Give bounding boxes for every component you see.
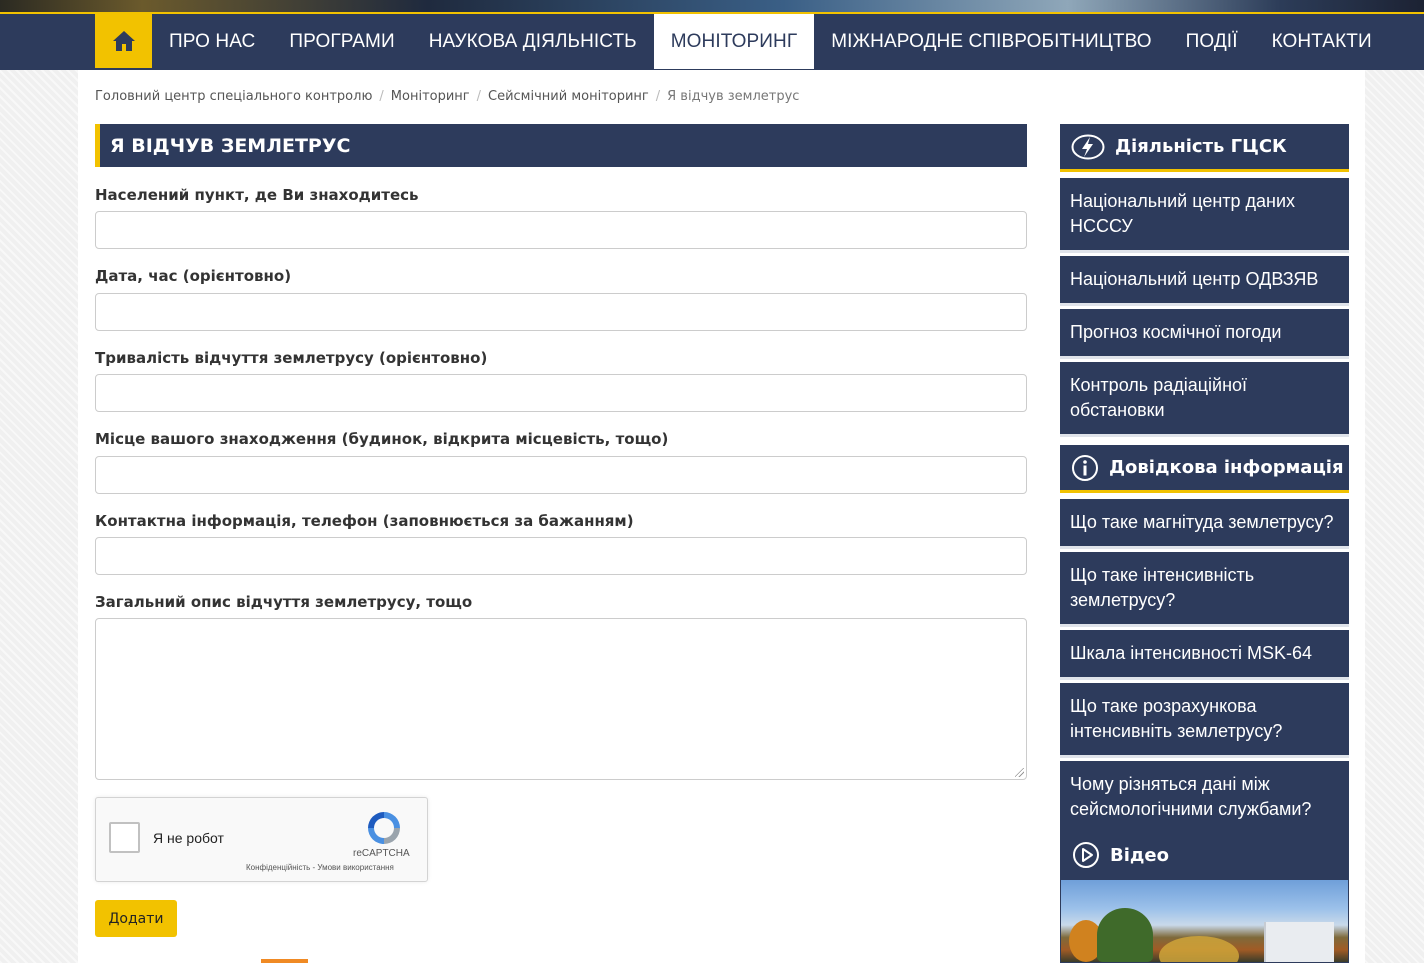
sidebar-activity-header: Діяльність ГЦСК [1060, 124, 1349, 172]
thumbnail-monument [1159, 936, 1239, 962]
breadcrumb-link-home[interactable]: Головний центр спеціального контролю [95, 89, 372, 104]
thumbnail-building [1264, 922, 1334, 962]
duration-input[interactable] [95, 374, 1027, 412]
play-icon [1073, 842, 1099, 868]
info-icon [1072, 454, 1098, 481]
recaptcha-checkbox[interactable] [109, 822, 140, 853]
sidebar-reference-header: Довідкова інформація [1060, 445, 1349, 493]
sidebar-video-title: Відео [1110, 844, 1170, 866]
nav-item-programs[interactable]: ПРОГРАМИ [272, 14, 411, 70]
resize-handle[interactable] [1015, 768, 1024, 777]
nav-item-monitoring[interactable]: МОНІТОРИНГ [653, 14, 815, 69]
submit-button[interactable]: Додати [95, 900, 177, 937]
breadcrumb-separator: / [476, 89, 482, 104]
recaptcha-brand: reCAPTCHA [353, 848, 410, 859]
thumbnail-tree [1097, 908, 1153, 962]
nav-item-events[interactable]: ПОДІЇ [1169, 14, 1255, 70]
page-title: Я ВІДЧУВ ЗЕМЛЕТРУС [95, 124, 1027, 167]
content-container: Головний центр спеціального контролю / М… [78, 70, 1365, 963]
recaptcha-label: Я не робот [153, 830, 224, 846]
sidebar-link-msk64[interactable]: Шкала інтенсивності MSK-64 [1060, 630, 1349, 680]
sidebar-link-radiation[interactable]: Контроль радіаційної обстановки [1060, 362, 1349, 437]
sidebar-activity: Діяльність ГЦСК Національний центр даних… [1060, 124, 1349, 437]
top-banner [0, 0, 1424, 14]
sidebar-link-magnitude[interactable]: Що таке магнітуда землетрусу? [1060, 499, 1349, 549]
lightning-icon [1071, 134, 1105, 159]
description-textarea[interactable] [95, 618, 1027, 780]
contact-input[interactable] [95, 537, 1027, 575]
field-label-duration: Тривалість відчуття землетрусу (орієнтов… [95, 349, 488, 367]
sidebar-link-data-center[interactable]: Національний центр даних НСССУ [1060, 178, 1349, 253]
field-label-location: Населений пункт, де Ви знаходитесь [95, 186, 419, 204]
nav-item-international[interactable]: МІЖНАРОДНЕ СПІВРОБІТНИЦТВО [814, 14, 1168, 70]
breadcrumb-link-monitoring[interactable]: Моніторинг [391, 89, 470, 104]
field-label-datetime: Дата, час (орієнтовно) [95, 267, 292, 285]
recaptcha-widget: Я не робот reCAPTCHA Конфіденційність - … [95, 797, 428, 882]
sidebar-video-header: Відео [1061, 830, 1348, 880]
sidebar-link-odvzyav[interactable]: Національний центр ОДВЗЯВ [1060, 256, 1349, 306]
sidebar-link-space-weather[interactable]: Прогноз космічної погоди [1060, 309, 1349, 359]
place-input[interactable] [95, 456, 1027, 494]
field-label-place: Місце вашого знаходження (будинок, відкр… [95, 430, 669, 448]
breadcrumb-current: Я відчув землетрус [667, 89, 800, 104]
footer-accent [261, 959, 308, 963]
datetime-input[interactable] [95, 293, 1027, 331]
recaptcha-links[interactable]: Конфіденційність - Умови використання [246, 863, 394, 872]
nav-item-science[interactable]: НАУКОВА ДІЯЛЬНІСТЬ [412, 14, 654, 70]
sidebar-link-intensity[interactable]: Що таке інтенсивність землетрусу? [1060, 552, 1349, 627]
video-thumbnail[interactable] [1061, 880, 1348, 962]
sidebar-link-data-differences[interactable]: Чому різняться дані між сейсмологічними … [1060, 761, 1349, 836]
sidebar-reference-title: Довідкова інформація [1109, 457, 1344, 478]
field-label-description: Загальний опис відчуття землетрусу, тощо [95, 593, 473, 611]
recaptcha-logo-icon [368, 812, 400, 844]
nav-item-contacts[interactable]: КОНТАКТИ [1255, 14, 1389, 70]
sidebar-activity-title: Діяльність ГЦСК [1115, 136, 1287, 157]
sidebar-reference: Довідкова інформація Що таке магнітуда з… [1060, 445, 1349, 836]
breadcrumb-separator: / [655, 89, 661, 104]
sidebar-link-calc-intensity[interactable]: Що таке розрахункова інтенсивніть землет… [1060, 683, 1349, 758]
field-label-contact: Контактна інформація, телефон (заповнюєт… [95, 512, 634, 530]
breadcrumb-separator: / [379, 89, 384, 104]
sidebar-video: Відео [1060, 829, 1349, 963]
nav-item-about[interactable]: ПРО НАС [152, 14, 272, 70]
home-button[interactable] [95, 14, 152, 68]
breadcrumb: Головний центр спеціального контролю / М… [95, 89, 799, 104]
home-icon [112, 31, 135, 51]
breadcrumb-link-seismic[interactable]: Сейсмічний моніторинг [488, 89, 649, 104]
location-input[interactable] [95, 211, 1027, 249]
main-nav: ПРО НАС ПРОГРАМИ НАУКОВА ДІЯЛЬНІСТЬ МОНІ… [0, 14, 1424, 70]
